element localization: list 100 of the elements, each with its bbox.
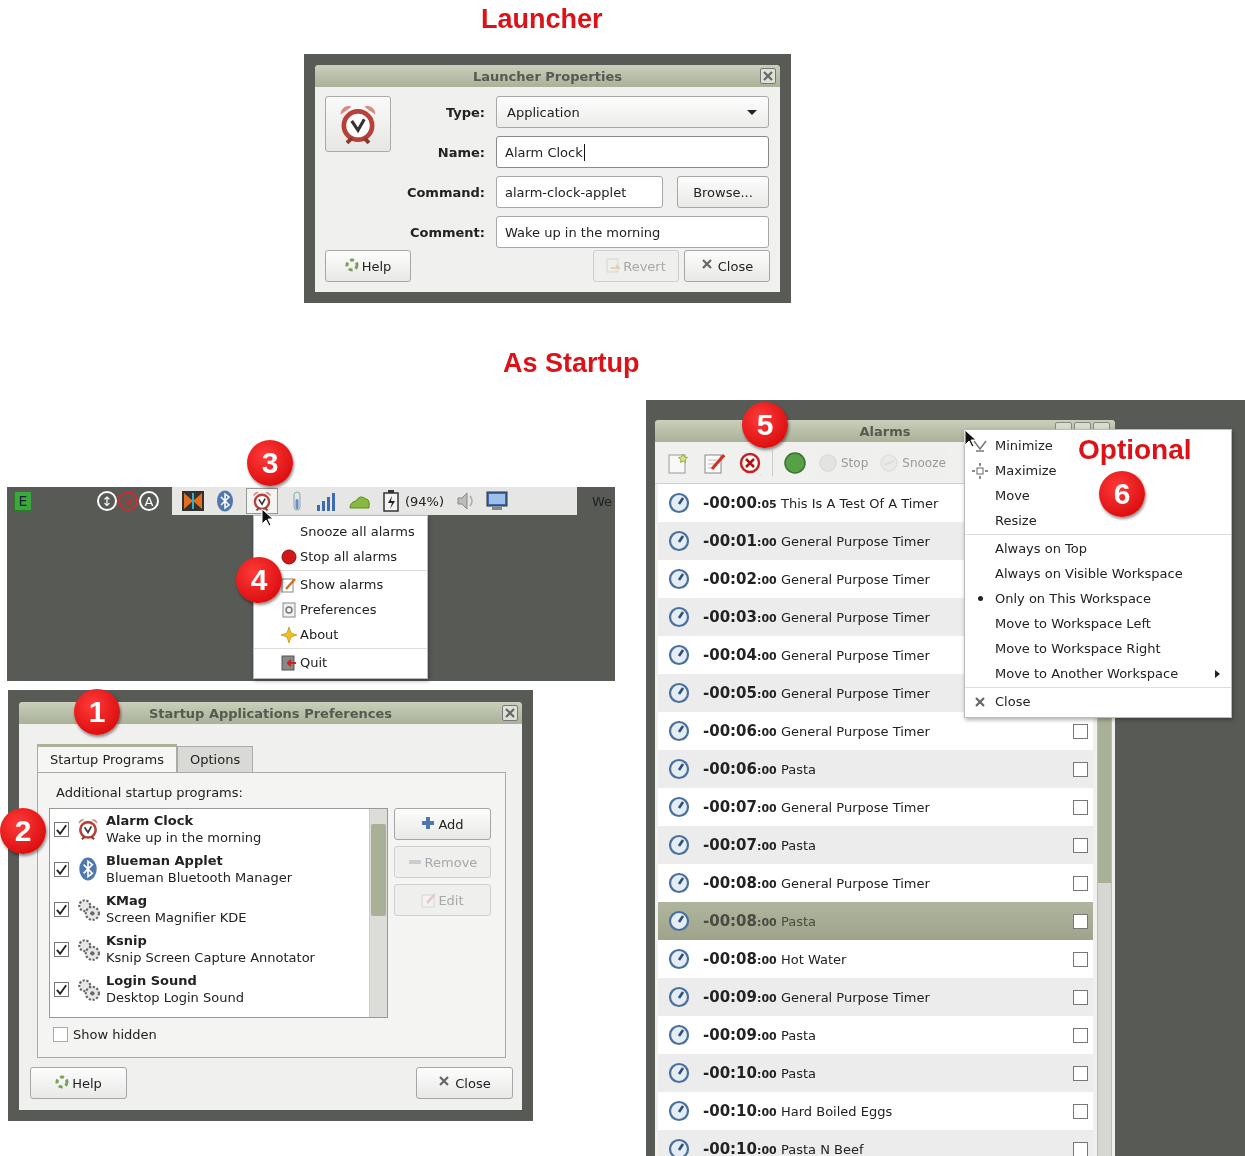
program-description: Blueman Bluetooth Manager [106,869,292,886]
list-row[interactable]: -00:10:00 Hard Boiled Eggs [658,1092,1093,1130]
program-name: KMag [106,892,149,909]
program-description: Desktop Login Sound [106,989,244,1006]
field-label: Name: [436,144,485,160]
battery-indicator[interactable]: (94%) [382,488,445,514]
alarm-name: Pasta N Beef [781,1141,864,1156]
window-title: Startup Applications Preferences [148,705,393,721]
button[interactable]: Help [325,250,411,282]
program-name: Blueman Applet [106,852,224,869]
countdown-time: -00:07:00 [703,798,778,816]
alarm-name: General Purpose Timer [781,875,930,891]
alarm-name: Pasta [781,1065,817,1081]
countdown-time: -00:06:00 [703,722,778,740]
button[interactable]: Close [684,250,770,282]
input-field[interactable]: Wake up in the morning [496,216,769,248]
heading: As Startup [503,347,640,379]
program-description: Ksnip Screen Capture Annotator [106,949,315,966]
menu-item[interactable]: Maximize [993,463,1057,478]
list-row[interactable]: -00:09:00 Pasta [658,1016,1093,1054]
alarm-name: General Purpose Timer [781,571,930,587]
menu-item[interactable]: Close [993,694,1031,709]
alarm-name: General Purpose Timer [781,609,930,625]
list-row[interactable]: -00:08:00 Pasta [658,902,1093,940]
program-name: Login Sound [106,972,198,989]
alarm-name: This Is A Test Of A Timer [781,495,939,511]
countdown-time: -00:07:00 [703,836,778,854]
list-row[interactable]: -00:10:00 Pasta [658,1054,1093,1092]
list-row[interactable]: -00:10:00 Pasta N Beef [658,1130,1093,1156]
battery-percentage: (94%) [405,493,445,509]
alarm-name: Hot Water [781,951,847,967]
menu-item[interactable]: Move to Workspace Right [993,641,1161,656]
list-row[interactable]: -00:06:00 Pasta [658,750,1093,788]
list-row[interactable]: -00:08:00 Hot Water [658,940,1093,978]
indicator[interactable]: ↕ [97,491,117,511]
countdown-time: -00:08:00 [703,874,778,892]
countdown-time: -00:10:00 [703,1102,778,1120]
countdown-time: -00:02:00 [703,570,778,588]
menu-item[interactable]: Quit [300,655,328,670]
countdown-time: -00:09:00 [703,1026,778,1044]
button[interactable]: Help [30,1067,127,1099]
dropdown[interactable]: Application [496,96,769,128]
heading: Launcher [481,3,603,35]
menu-item[interactable]: Always on Top [993,541,1087,556]
button[interactable]: Browse... [677,176,769,208]
alarm-name: Pasta [781,837,817,853]
countdown-time: -00:05:00 [703,684,778,702]
countdown-time: -00:01:00 [703,532,778,550]
button[interactable]: Add [394,808,491,840]
input-field[interactable]: Alarm Clock [496,136,769,168]
tab[interactable]: Options [177,746,254,772]
step-number-badge: 3 [247,440,293,486]
input-field[interactable]: alarm-clock-applet [496,176,663,208]
menu-item[interactable]: About [300,627,339,642]
program-name: Alarm Clock [106,812,195,829]
countdown-time: -00:06:00 [703,760,778,778]
indicator[interactable]: A [139,491,159,511]
list-row[interactable]: -00:06:00 General Purpose Timer [658,712,1093,750]
countdown-time: -00:03:00 [703,608,778,626]
countdown-time: -00:10:00 [703,1140,778,1156]
app-launcher-button[interactable]: E [14,491,32,511]
list-label: Additional startup programs: [56,785,244,802]
list-row[interactable]: -00:09:00 General Purpose Timer [658,978,1093,1016]
field-label: Command: [405,184,485,200]
window-title: Alarms [859,423,911,439]
countdown-time: -00:10:00 [703,1064,778,1082]
tab[interactable]: Startup Programs [37,744,177,772]
countdown-time: -00:04:00 [703,646,778,664]
menu-item[interactable]: Always on Visible Workspace [993,566,1183,581]
menu-item[interactable]: Snooze all alarms [300,524,415,539]
program-description: Wake up in the morning [106,829,262,846]
alarm-name: Pasta [781,1027,817,1043]
step-number-badge: 2 [0,808,46,854]
checkbox-label: Show hidden [73,1027,157,1042]
alarm-name: General Purpose Timer [781,647,930,663]
countdown-time: -00:00:05 [703,494,778,512]
menu-item[interactable]: Stop all alarms [300,549,398,564]
alarm-name: Pasta [781,913,817,929]
program-name: Ksnip [106,932,148,949]
alarm-name: General Purpose Timer [781,533,930,549]
menu-item[interactable]: Show alarms [300,577,384,592]
alarm-name: General Purpose Timer [781,723,930,739]
button[interactable]: Close [416,1067,513,1099]
alarm-name: Pasta [781,761,817,777]
annotation-label: Optional [1078,434,1192,466]
field-label: Comment: [408,224,485,240]
countdown-time: -00:09:00 [703,988,778,1006]
countdown-time: -00:08:00 [703,912,778,930]
alarm-name: General Purpose Timer [781,799,930,815]
menu-item[interactable]: Minimize [993,438,1053,453]
menu-item[interactable]: Move [993,488,1030,503]
alarm-name: General Purpose Timer [781,989,930,1005]
alarm-name: Hard Boiled Eggs [781,1103,893,1119]
list-row[interactable]: -00:07:00 Pasta [658,826,1093,864]
field-label: Type: [444,104,485,120]
clock-text: We [592,493,613,509]
list-row[interactable]: -00:07:00 General Purpose Timer [658,788,1093,826]
window-title: Launcher Properties [473,68,622,84]
menu-item[interactable]: Preferences [300,602,377,617]
list-row[interactable]: -00:08:00 General Purpose Timer [658,864,1093,902]
